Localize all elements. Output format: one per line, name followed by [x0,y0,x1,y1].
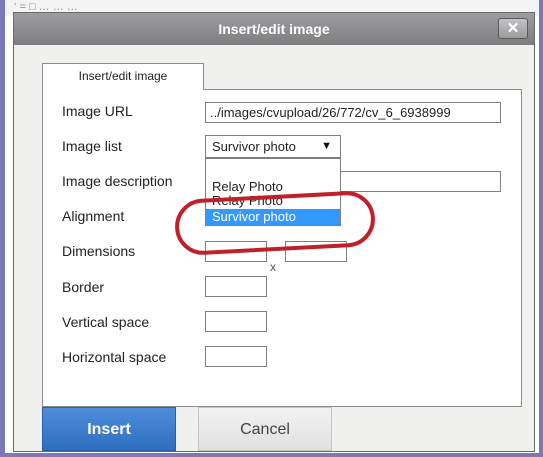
image-list-label: Image list [62,138,122,154]
red-highlight-circle [173,189,377,257]
dimensions-label: Dimensions [62,243,136,259]
dimensions-separator: x [270,260,276,274]
insert-button[interactable]: Insert [42,407,176,451]
image-url-label: Image URL [62,103,133,119]
background-edge-left [0,0,5,457]
border-field[interactable] [205,276,267,297]
dialog-title: Insert/edit image [218,21,330,37]
cancel-button[interactable]: Cancel [198,407,332,451]
close-button[interactable]: ✕ [498,18,528,39]
dialog-titlebar[interactable]: Insert/edit image [14,13,534,45]
image-list-selected-value: Survivor photo [212,139,296,154]
horizontal-space-label: Horizontal space [62,349,167,365]
image-url-field[interactable]: ../images/cvupload/26/772/cv_6_6938999 [205,102,501,123]
dropdown-arrow-icon: ▼ [321,140,332,152]
image-description-label: Image description [62,173,173,189]
horizontal-space-field[interactable] [205,346,267,367]
vertical-space-label: Vertical space [62,314,150,330]
tab-insert-edit-image[interactable]: Insert/edit image [42,63,204,90]
background-edge-bottom [0,453,543,457]
background-edge-right [539,0,543,457]
close-icon: ✕ [506,20,520,37]
insert-image-dialog: Insert/edit image ✕ Insert/edit image Im… [13,12,535,452]
vertical-space-field[interactable] [205,311,267,332]
alignment-label: Alignment [62,208,125,224]
image-list-select[interactable]: Survivor photo ▼ [205,135,341,158]
border-label: Border [62,279,105,295]
